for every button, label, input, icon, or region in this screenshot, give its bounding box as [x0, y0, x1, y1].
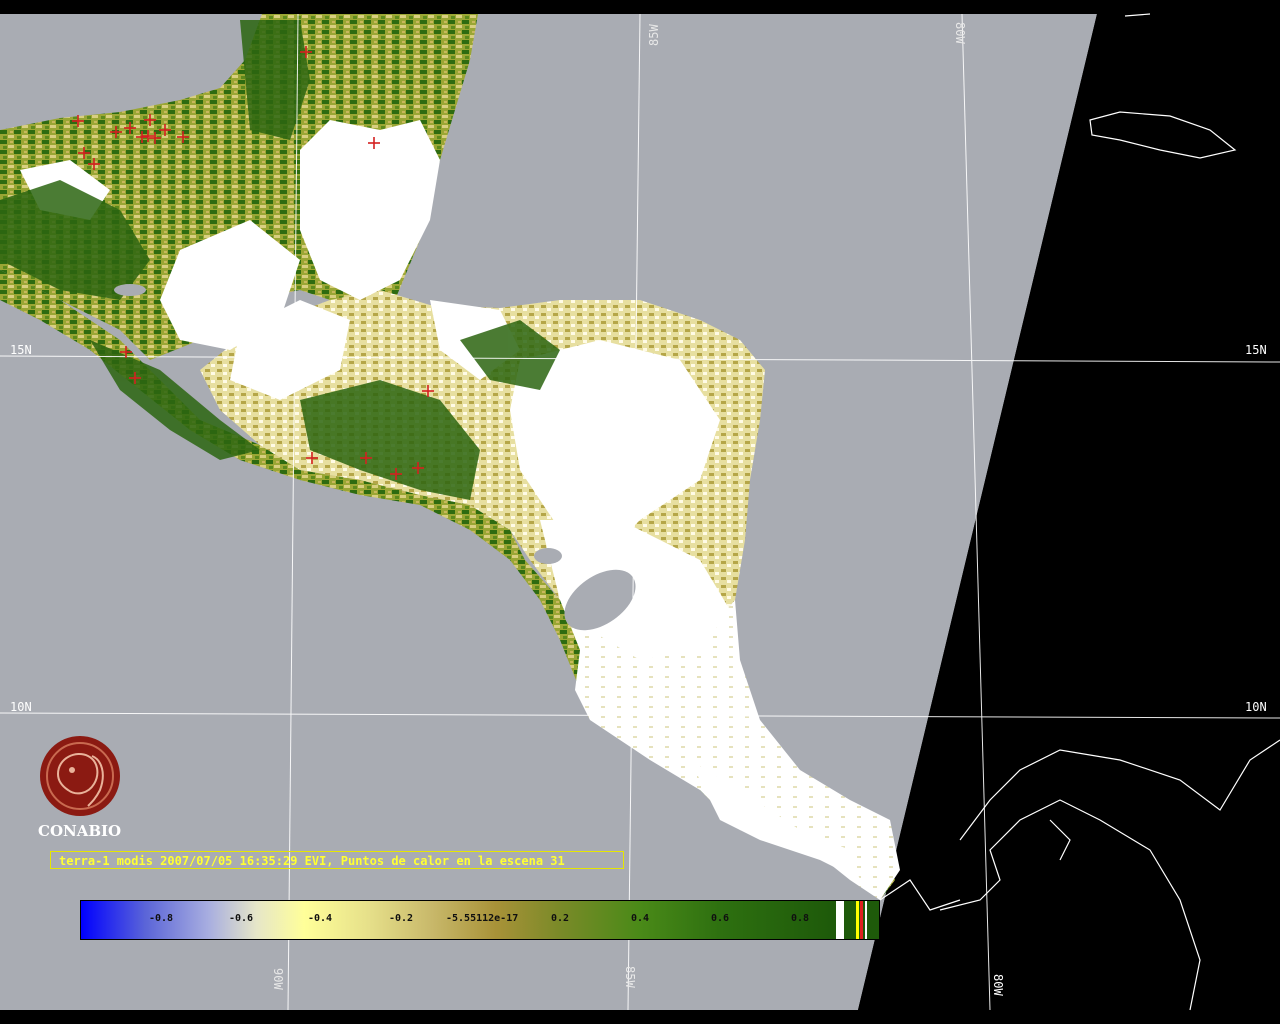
no-data-band-top	[0, 0, 1280, 14]
color-bar-tick-label: -0.6	[229, 913, 254, 924]
color-bar-end-mark-yellow	[856, 901, 859, 939]
color-bar-tick-label: -5.55112e-17	[446, 913, 519, 924]
grid-label-85w-top: 85W	[647, 24, 661, 46]
color-bar-tick-label: 0.2	[551, 913, 570, 924]
color-bar-tick-label: -0.2	[389, 913, 414, 924]
color-bar-end-mark-red	[860, 901, 863, 939]
color-bar-end-mark-white	[865, 901, 867, 939]
grid-label-85w-bottom: 85W	[623, 966, 637, 988]
image-caption: terra-1 modis 2007/07/05 16:35:29 EVI, P…	[50, 851, 624, 869]
grid-label-15n-left: 15N	[10, 343, 32, 357]
grid-label-90w-bottom: 90W	[271, 968, 285, 990]
lake-managua	[534, 548, 562, 564]
no-data-band-bottom	[0, 1010, 860, 1024]
grid-label-80w-top: 80W	[953, 22, 967, 44]
conabio-logo-text: CONABIO	[38, 822, 122, 840]
grid-label-15n-right: 15N	[1245, 343, 1267, 357]
color-bar-tick-label: 0.4	[631, 913, 650, 924]
color-bar-tick-label: 0.8	[791, 913, 810, 924]
evi-color-bar: -0.8 -0.6 -0.4 -0.2 -5.55112e-17 0.2 0.4 0.6 0.8	[80, 900, 880, 940]
color-bar-end-marks	[836, 901, 844, 939]
color-bar-tick-label: -0.8	[149, 913, 174, 924]
color-bar-tick-label: -0.4	[308, 913, 333, 924]
grid-label-10n-left: 10N	[10, 700, 32, 714]
satellite-map: 85W 80W 90W 85W 80W 15N 15N 10N 10N	[0, 0, 1280, 1024]
lake-peten	[114, 284, 146, 296]
color-bar-tick-label: 0.6	[711, 913, 730, 924]
grid-label-80w-bottom: 80W	[991, 974, 1005, 996]
grid-label-10n-right: 10N	[1245, 700, 1267, 714]
